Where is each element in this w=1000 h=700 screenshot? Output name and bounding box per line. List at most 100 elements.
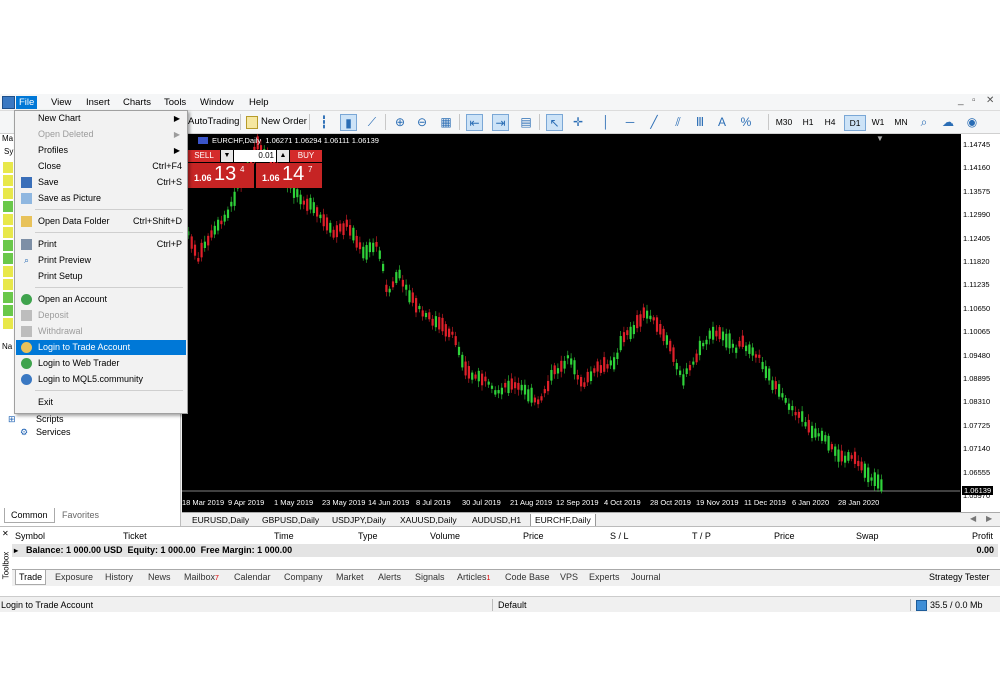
menu-item-deposit[interactable]: Deposit: [16, 308, 186, 323]
sell-price-box[interactable]: 1.06 13 4: [188, 163, 254, 188]
menu-item-save-as-picture[interactable]: Save as Picture: [16, 191, 186, 206]
toolbox-close-icon[interactable]: ✕: [2, 529, 9, 538]
col-price[interactable]: Price: [523, 531, 544, 541]
timeframe-mn[interactable]: MN: [891, 115, 911, 129]
tab-code-base[interactable]: Code Base: [502, 570, 553, 584]
chart-tab-audusd[interactable]: AUDUSD,H1: [468, 514, 525, 526]
menu-item-new-chart[interactable]: New Chart ▶: [16, 111, 186, 126]
menu-item-login-trade-account[interactable]: Login to Trade Account: [16, 340, 186, 355]
col-symbol[interactable]: Symbol: [15, 531, 45, 541]
chart-tab-eurusd[interactable]: EURUSD,Daily: [188, 514, 253, 526]
tab-alerts[interactable]: Alerts: [375, 570, 404, 584]
chart-shift-icon[interactable]: ⇥: [492, 114, 509, 131]
tab-market[interactable]: Market: [333, 570, 367, 584]
menu-tools[interactable]: Tools: [161, 96, 189, 109]
tab-scroll-left-icon[interactable]: ◀: [970, 514, 976, 523]
text-icon[interactable]: A: [714, 114, 730, 130]
bar-chart-icon[interactable]: ┇: [316, 114, 332, 130]
col-swap[interactable]: Swap: [856, 531, 879, 541]
timeframe-h4[interactable]: H4: [820, 115, 840, 129]
tab-common[interactable]: Common: [4, 508, 55, 523]
restore-icon[interactable]: ▫: [972, 95, 976, 106]
col-profit[interactable]: Profit: [972, 531, 993, 541]
strategy-tester-button[interactable]: Strategy Tester: [926, 570, 992, 584]
navigator-item-services[interactable]: Services: [36, 427, 71, 437]
col-tp[interactable]: T / P: [692, 531, 711, 541]
indicators-icon[interactable]: ▤: [518, 114, 534, 130]
vertical-line-icon[interactable]: │: [598, 114, 614, 130]
tab-calendar[interactable]: Calendar: [231, 570, 274, 584]
tab-vps[interactable]: VPS: [557, 570, 581, 584]
tab-scroll-right-icon[interactable]: ▶: [986, 514, 992, 523]
zoom-out-icon[interactable]: ⊖: [414, 114, 430, 130]
menu-item-save[interactable]: Save Ctrl+S: [16, 175, 186, 190]
menu-item-login-mql5[interactable]: Login to MQL5.community: [16, 372, 186, 387]
menu-item-print[interactable]: Print Ctrl+P: [16, 237, 186, 252]
tab-trade[interactable]: Trade: [15, 570, 47, 585]
menu-item-print-preview[interactable]: ⌕ Print Preview: [16, 253, 186, 268]
lot-up-button[interactable]: ▲: [277, 150, 289, 162]
objects-icon[interactable]: %: [738, 114, 754, 130]
menu-item-open-deleted[interactable]: Open Deleted ▶: [16, 127, 186, 142]
autotrading-button[interactable]: AutoTrading: [188, 113, 239, 130]
minimize-icon[interactable]: _: [958, 95, 964, 106]
tab-journal[interactable]: Journal: [628, 570, 664, 584]
menu-item-open-account[interactable]: Open an Account: [16, 292, 186, 307]
chart-tab-usdjpy[interactable]: USDJPY,Daily: [328, 514, 390, 526]
col-volume[interactable]: Volume: [430, 531, 460, 541]
col-type[interactable]: Type: [358, 531, 378, 541]
menu-item-login-web-trader[interactable]: Login to Web Trader: [16, 356, 186, 371]
menu-item-close[interactable]: Close Ctrl+F4: [16, 159, 186, 174]
menu-window[interactable]: Window: [197, 96, 237, 109]
buy-button[interactable]: BUY: [290, 150, 322, 162]
chart-tab-xauusd[interactable]: XAUUSD,Daily: [396, 514, 461, 526]
zoom-in-icon[interactable]: ⊕: [392, 114, 408, 130]
chat-icon[interactable]: ☁: [940, 114, 956, 130]
timeframe-m30[interactable]: M30: [774, 115, 794, 129]
close-icon[interactable]: ✕: [986, 95, 994, 106]
tab-experts[interactable]: Experts: [586, 570, 623, 584]
navigator-item-scripts[interactable]: Scripts: [36, 414, 64, 424]
menu-charts[interactable]: Charts: [120, 96, 154, 109]
cursor-icon[interactable]: ↖: [546, 114, 563, 131]
chart-area[interactable]: EURCHF,Daily 1.06271 1.06294 1.06111 1.0…: [182, 134, 960, 512]
col-price-current[interactable]: Price: [774, 531, 795, 541]
status-traffic[interactable]: 35.5 / 0.0 Mb: [930, 597, 983, 612]
autoscroll-icon[interactable]: ⇤: [466, 114, 483, 131]
col-ticket[interactable]: Ticket: [123, 531, 147, 541]
search-icon[interactable]: ⌕: [916, 114, 932, 130]
timeframe-h1[interactable]: H1: [798, 115, 818, 129]
tab-history[interactable]: History: [102, 570, 136, 584]
menu-item-print-setup[interactable]: Print Setup: [16, 269, 186, 284]
menu-item-profiles[interactable]: Profiles ▶: [16, 143, 186, 158]
tab-exposure[interactable]: Exposure: [52, 570, 96, 584]
timeframe-d1[interactable]: D1: [844, 115, 866, 131]
chart-tab-gbpusd[interactable]: GBPUSD,Daily: [258, 514, 323, 526]
balance-row[interactable]: ▸ Balance: 1 000.00 USD Equity: 1 000.00…: [12, 544, 998, 557]
candlestick-icon[interactable]: ▮: [340, 114, 357, 131]
tab-news[interactable]: News: [145, 570, 174, 584]
menu-item-exit[interactable]: Exit: [16, 395, 186, 410]
tab-company[interactable]: Company: [281, 570, 326, 584]
menu-item-open-data-folder[interactable]: Open Data Folder Ctrl+Shift+D: [16, 214, 186, 229]
trend-line-icon[interactable]: ╱: [646, 114, 662, 130]
tab-signals[interactable]: Signals: [412, 570, 448, 584]
tab-articles[interactable]: Articles1: [454, 570, 493, 584]
tile-windows-icon[interactable]: ▦: [438, 114, 454, 130]
col-time[interactable]: Time: [274, 531, 294, 541]
signals-icon[interactable]: ◉: [964, 114, 980, 130]
tab-favorites[interactable]: Favorites: [56, 508, 105, 522]
menu-insert[interactable]: Insert: [83, 96, 113, 109]
horizontal-line-icon[interactable]: ─: [622, 114, 638, 130]
menu-file[interactable]: File: [16, 96, 38, 109]
channel-icon[interactable]: ⫽: [670, 114, 686, 130]
fibonacci-icon[interactable]: Ⅲ: [692, 114, 708, 130]
buy-price-box[interactable]: 1.06 14 7: [256, 163, 322, 188]
col-sl[interactable]: S / L: [610, 531, 629, 541]
menu-view[interactable]: View: [48, 96, 74, 109]
sell-button[interactable]: SELL: [188, 150, 220, 162]
lot-down-button[interactable]: ▼: [221, 150, 233, 162]
menu-item-withdrawal[interactable]: Withdrawal: [16, 324, 186, 339]
lot-size-input[interactable]: 0.01: [234, 150, 276, 162]
line-chart-icon[interactable]: ⟋: [364, 114, 380, 130]
